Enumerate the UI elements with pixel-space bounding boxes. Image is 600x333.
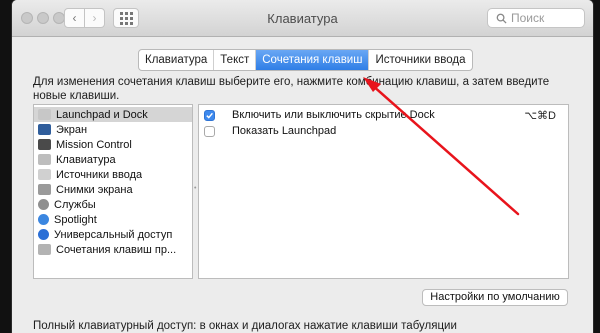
category-display[interactable]: Экран	[34, 122, 192, 137]
category-label: Mission Control	[56, 138, 132, 151]
shortcut-label: Включить или выключить скрытие Dock	[232, 109, 435, 121]
forward-button[interactable]: ›	[84, 8, 105, 28]
full-keyboard-access-text: Полный клавиатурный доступ: в окнах и ди…	[33, 320, 457, 332]
category-label: Универсальный доступ	[54, 228, 173, 241]
search-field[interactable]	[487, 8, 585, 28]
category-label: Снимки экрана	[56, 183, 133, 196]
search-input[interactable]	[511, 11, 581, 25]
tab-text[interactable]: Текст	[214, 50, 257, 70]
keyboard-icon	[38, 154, 51, 165]
restore-defaults-button[interactable]: Настройки по умолчанию	[422, 289, 568, 306]
category-label: Службы	[54, 198, 96, 211]
category-spotlight[interactable]: Spotlight	[34, 212, 192, 227]
category-label: Spotlight	[54, 213, 97, 226]
tab-input-sources[interactable]: Источники ввода	[369, 50, 471, 70]
tab-bar: Клавиатура Текст Сочетания клавиш Источн…	[138, 49, 473, 71]
keyboard-preferences-window: ‹ › Клавиатура Клавиатура Текст Сочетани…	[12, 0, 593, 333]
input-sources-icon	[38, 169, 51, 180]
category-accessibility[interactable]: Универсальный доступ	[34, 227, 192, 242]
accessibility-icon	[38, 229, 49, 240]
shortcut-checkbox[interactable]	[204, 125, 215, 137]
category-input-sources[interactable]: Источники ввода	[34, 167, 192, 182]
back-button[interactable]: ‹	[64, 8, 85, 28]
chevron-right-icon: ›	[92, 11, 97, 25]
instructions-text: Для изменения сочетания клавиш выберите …	[33, 76, 550, 102]
shortcut-label: Показать Launchpad	[232, 125, 337, 137]
category-label: Сочетания клавиш пр...	[56, 243, 177, 256]
category-label: Клавиатура	[56, 153, 116, 166]
tab-shortcuts[interactable]: Сочетания клавиш	[256, 50, 370, 70]
split-handle[interactable]: •	[194, 185, 197, 192]
category-launchpad-dock[interactable]: Launchpad и Dock	[34, 107, 192, 122]
category-label: Экран	[56, 123, 88, 136]
chevron-left-icon: ‹	[72, 11, 77, 25]
shortcuts-list: Включить или выключить скрытие Dock ⌥⌘D …	[198, 104, 569, 279]
display-icon	[38, 124, 51, 135]
shortcut-checkbox[interactable]	[204, 109, 215, 121]
category-services[interactable]: Службы	[34, 197, 192, 212]
checkmark-icon	[206, 112, 213, 119]
services-gear-icon	[38, 199, 49, 210]
search-icon	[496, 13, 507, 24]
spotlight-icon	[38, 214, 49, 225]
category-mission-control[interactable]: Mission Control	[34, 137, 192, 152]
app-shortcuts-icon	[38, 244, 51, 255]
shortcut-row[interactable]: Включить или выключить скрытие Dock ⌥⌘D	[199, 107, 568, 123]
category-label: Источники ввода	[56, 168, 143, 181]
tab-keyboard[interactable]: Клавиатура	[139, 50, 215, 70]
close-window-button[interactable]	[21, 12, 33, 24]
grid-icon	[119, 11, 133, 25]
category-keyboard[interactable]: Клавиатура	[34, 152, 192, 167]
category-app-shortcuts[interactable]: Сочетания клавиш пр...	[34, 242, 192, 257]
title-bar: ‹ › Клавиатура	[12, 0, 593, 37]
show-all-preferences-button[interactable]	[113, 8, 139, 28]
category-label: Launchpad и Dock	[56, 108, 148, 121]
mission-control-icon	[38, 139, 51, 150]
screenshot-icon	[38, 184, 51, 195]
minimize-window-button[interactable]	[37, 12, 49, 24]
shortcut-row[interactable]: Показать Launchpad	[199, 123, 568, 139]
launchpad-icon	[38, 109, 51, 120]
shortcut-categories-list: Launchpad и Dock Экран Mission Control К…	[33, 104, 193, 279]
shortcut-keys[interactable]: ⌥⌘D	[524, 109, 556, 122]
category-screenshots[interactable]: Снимки экрана	[34, 182, 192, 197]
